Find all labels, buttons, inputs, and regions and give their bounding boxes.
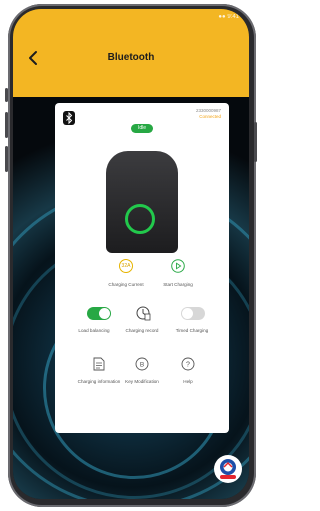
charging-information-icon[interactable] [93,357,105,371]
charging-current-button[interactable]: 32A [119,259,133,273]
play-icon [176,262,182,270]
device-serial-block: 2330000987 Connected [196,108,221,120]
app-screen: ●● 9:41 Bluetooth 2330000987 Connected I… [13,9,249,499]
help-icon[interactable]: ? [181,357,195,371]
svg-text:?: ? [186,362,190,369]
charging-record-icon[interactable] [135,305,151,321]
connection-status: Connected [199,114,221,119]
charger-image [106,151,178,253]
charger-status-ring [125,204,155,234]
brand-emblem-icon [220,459,236,479]
start-charging-button[interactable] [171,259,185,273]
charging-current-value: 32A [121,263,131,269]
start-charging-label: Start Charging [163,282,193,287]
volume-down-button [5,146,8,172]
svg-text:B: B [140,362,144,369]
power-button [254,122,257,162]
timed-charging-label: Timed Charging [175,328,209,333]
mute-switch [5,88,8,102]
page-title: Bluetooth [107,52,155,63]
brand-logo [214,455,242,483]
toggle-knob [99,308,110,319]
device-card: 2330000987 Connected Idle 32A Charging C… [55,103,229,433]
bluetooth-icon [63,111,75,125]
load-balancing-toggle[interactable] [87,307,111,320]
charging-current-label: Charging Current [108,282,144,287]
help-label: Help [183,379,193,384]
toggle-knob [182,308,193,319]
header-bar: ●● 9:41 Bluetooth [13,9,249,97]
timed-charging-toggle[interactable] [181,307,205,320]
status-badge: Idle [131,124,153,133]
volume-up-button [5,112,8,138]
key-modification-icon[interactable]: B [135,357,149,371]
status-bar: ●● 9:41 [218,14,239,20]
